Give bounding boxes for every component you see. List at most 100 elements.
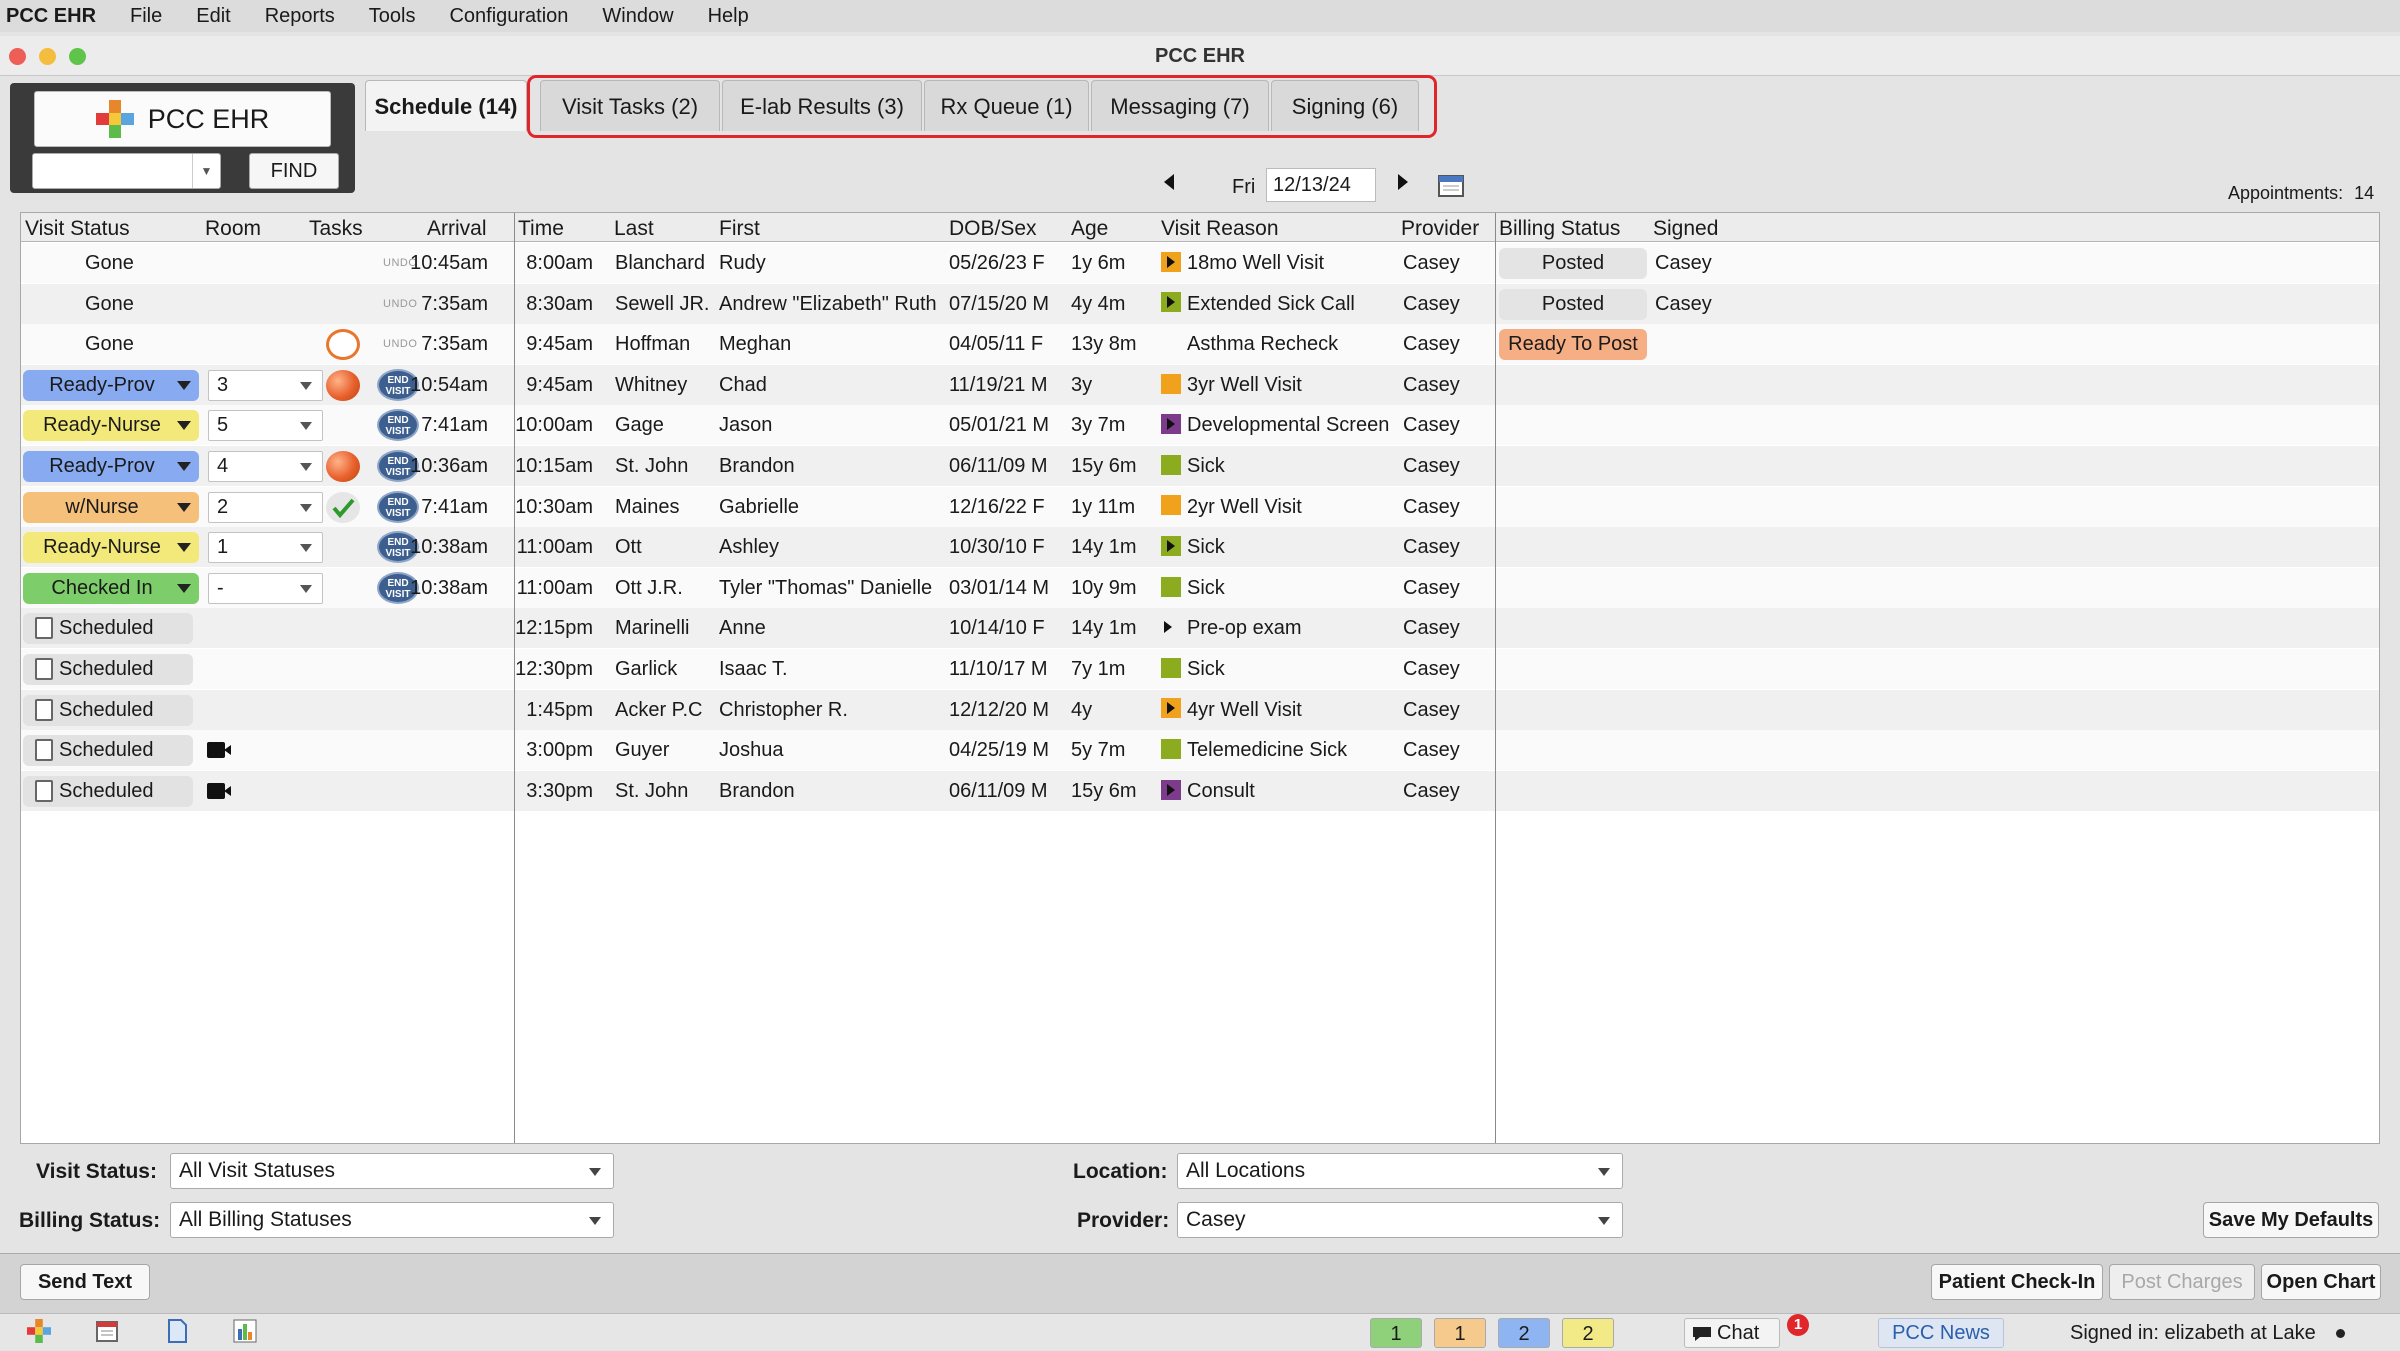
col-dob-sex[interactable]: DOB/Sex	[949, 217, 1037, 241]
patient-first-name[interactable]: Rudy	[719, 243, 766, 283]
room-select[interactable]: 5	[208, 410, 323, 442]
visit-status-dropdown[interactable]: w/Nurse	[23, 491, 199, 523]
patient-last-name[interactable]: Maines	[615, 487, 679, 527]
schedule-calendar-icon[interactable]	[86, 1319, 128, 1347]
patient-first-name[interactable]: Jason	[719, 405, 772, 445]
table-row[interactable]: Checked In - END VISIT 10:38am 11:00am Ott J.…	[21, 567, 2379, 608]
end-visit-button[interactable]: END VISIT	[377, 409, 419, 442]
next-day-icon[interactable]	[1396, 172, 1410, 198]
count-badge-yellow[interactable]: 2	[1562, 1318, 1614, 1348]
patient-first-name[interactable]: Tyler "Thomas" Danielle	[719, 568, 932, 608]
document-icon[interactable]	[156, 1319, 198, 1347]
patient-first-name[interactable]: Christopher R.	[719, 690, 848, 730]
task-active-icon[interactable]	[326, 451, 360, 482]
visit-status-dropdown[interactable]: Ready-Prov	[23, 451, 199, 482]
patient-first-name[interactable]: Isaac T.	[719, 649, 788, 689]
room-select[interactable]: 3	[208, 369, 323, 401]
patient-last-name[interactable]: Whitney	[615, 365, 687, 405]
visit-status-pill[interactable]: Scheduled	[23, 735, 193, 767]
table-row[interactable]: Gone UNDO 10:45am 8:00am Blanchard Rudy 05/26/…	[21, 243, 2379, 283]
table-row[interactable]: w/Nurse 2 END VISIT 7:41am 10:30am Maines Gabr…	[21, 486, 2379, 527]
tab-elab-results[interactable]: E-lab Results (3)	[722, 80, 922, 131]
find-button[interactable]: FIND	[249, 153, 339, 189]
patient-last-name[interactable]: Marinelli	[615, 608, 689, 648]
table-row[interactable]: Scheduled 12:15pm Marinelli Anne 10/14/10 F 1…	[21, 608, 2379, 649]
col-visit-reason[interactable]: Visit Reason	[1161, 217, 1279, 241]
billing-status-posted[interactable]: Posted	[1499, 288, 1647, 320]
visit-status-pill[interactable]: Scheduled	[23, 775, 193, 807]
tab-visit-tasks[interactable]: Visit Tasks (2)	[540, 80, 720, 131]
col-provider[interactable]: Provider	[1401, 217, 1479, 241]
patient-first-name[interactable]: Chad	[719, 365, 767, 405]
patient-check-in-button[interactable]: Patient Check-In	[1931, 1264, 2103, 1300]
chat-button[interactable]: Chat	[1684, 1318, 1780, 1348]
visit-status-dropdown[interactable]: Ready-Nurse	[23, 410, 199, 442]
menu-help[interactable]: Help	[691, 0, 766, 32]
prev-day-icon[interactable]	[1162, 172, 1176, 198]
table-row[interactable]: Ready-Nurse 1 END VISIT 10:38am 11:00am Ott As…	[21, 527, 2379, 568]
count-badge-green[interactable]: 1	[1370, 1318, 1422, 1348]
patient-last-name[interactable]: Garlick	[615, 649, 677, 689]
patient-first-name[interactable]: Brandon	[719, 446, 795, 486]
visit-status-pill[interactable]: Scheduled	[23, 654, 193, 685]
table-row[interactable]: Ready-Prov 4 END VISIT 10:36am 10:15am St. Jo…	[21, 446, 2379, 486]
patient-search-input[interactable]: ▼	[32, 153, 221, 189]
menu-configuration[interactable]: Configuration	[432, 0, 585, 32]
pcc-logo[interactable]: PCC EHR	[34, 91, 331, 147]
table-row[interactable]: Ready-Prov 3 END VISIT 10:54am 9:45am Whitney…	[21, 364, 2379, 405]
expand-arrow-icon[interactable]	[1161, 617, 1181, 637]
task-active-icon[interactable]	[326, 369, 360, 401]
menu-window[interactable]: Window	[585, 0, 690, 32]
patient-first-name[interactable]: Gabrielle	[719, 487, 799, 527]
patient-last-name[interactable]: Gage	[615, 405, 664, 445]
open-chart-button[interactable]: Open Chart	[2261, 1264, 2381, 1300]
billing-status-posted[interactable]: Posted	[1499, 248, 1647, 279]
col-time[interactable]: Time	[518, 217, 564, 241]
visit-status-filter-select[interactable]: All Visit Statuses	[170, 1153, 614, 1189]
visit-status-dropdown[interactable]: Ready-Nurse	[23, 532, 199, 564]
room-select[interactable]: 1	[208, 532, 323, 564]
col-last[interactable]: Last	[614, 217, 654, 241]
patient-first-name[interactable]: Anne	[719, 608, 766, 648]
patient-first-name[interactable]: Joshua	[719, 730, 784, 770]
room-select[interactable]: -	[208, 572, 323, 604]
table-row[interactable]: Gone UNDO 7:35am 9:45am Hoffman Meghan 04/05/1…	[21, 324, 2379, 365]
billing-status-filter-select[interactable]: All Billing Statuses	[170, 1202, 614, 1238]
provider-filter-select[interactable]: Casey	[1177, 1202, 1623, 1238]
patient-last-name[interactable]: Acker P.C	[615, 690, 702, 730]
count-badge-orange[interactable]: 1	[1434, 1318, 1486, 1348]
undo-link[interactable]: UNDO	[383, 324, 417, 364]
menu-file[interactable]: File	[113, 0, 179, 32]
patient-last-name[interactable]: Ott J.R.	[615, 568, 683, 608]
menu-app[interactable]: PCC EHR	[0, 0, 113, 32]
pcc-news-button[interactable]: PCC News	[1878, 1318, 2004, 1348]
patient-last-name[interactable]: St. John	[615, 446, 688, 486]
tab-schedule[interactable]: Schedule (14)	[365, 80, 527, 131]
menu-edit[interactable]: Edit	[179, 0, 247, 32]
patient-first-name[interactable]: Ashley	[719, 527, 779, 567]
col-visit-status[interactable]: Visit Status	[25, 217, 130, 241]
calendar-icon[interactable]	[1438, 173, 1464, 203]
menu-tools[interactable]: Tools	[352, 0, 433, 32]
col-first[interactable]: First	[719, 217, 760, 241]
date-field[interactable]: 12/13/24	[1266, 168, 1376, 202]
visit-status-dropdown[interactable]: Checked In	[23, 572, 199, 604]
save-my-defaults-button[interactable]: Save My Defaults	[2203, 1202, 2379, 1238]
col-arrival[interactable]: Arrival	[427, 217, 487, 241]
location-filter-select[interactable]: All Locations	[1177, 1153, 1623, 1189]
send-text-button[interactable]: Send Text	[20, 1264, 150, 1300]
count-badge-blue[interactable]: 2	[1498, 1318, 1550, 1348]
reports-chart-icon[interactable]	[224, 1319, 266, 1347]
patient-first-name[interactable]: Meghan	[719, 324, 791, 364]
col-age[interactable]: Age	[1071, 217, 1108, 241]
table-row[interactable]: Scheduled 12:30pm Garlick Isaac T. 11/10/17 …	[21, 649, 2379, 689]
end-visit-button[interactable]: END VISIT	[377, 490, 419, 523]
patient-last-name[interactable]: Ott	[615, 527, 642, 567]
table-row[interactable]: Ready-Nurse 5 END VISIT 7:41am 10:00am Gage Ja…	[21, 405, 2379, 446]
tab-rx-queue[interactable]: Rx Queue (1)	[924, 80, 1089, 131]
task-complete-icon[interactable]	[326, 491, 360, 523]
room-select[interactable]: 2	[208, 491, 323, 523]
undo-link[interactable]: UNDO	[383, 284, 417, 324]
patient-last-name[interactable]: Hoffman	[615, 324, 690, 364]
visit-status-pill[interactable]: Scheduled	[23, 694, 193, 726]
